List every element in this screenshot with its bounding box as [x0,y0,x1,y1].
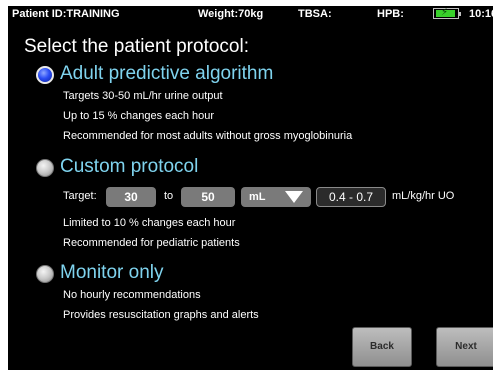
option-custom-line-1: Limited to 10 % changes each hour [63,217,236,229]
unit-dropdown[interactable]: mL [241,187,311,207]
radio-adult-predictive[interactable] [36,66,54,84]
hpb: HPB: [377,8,404,20]
chevron-down-icon [285,191,303,203]
target-min-field[interactable]: 30 [106,187,156,207]
option-custom-line-2: Recommended for pediatric patients [63,237,240,249]
clock: 10:16 [469,8,493,20]
option-monitor-line-2: Provides resuscitation graphs and alerts [63,309,259,321]
unit-dropdown-value: mL [249,191,266,203]
option-adult-line-3: Recommended for most adults without gros… [63,130,353,142]
target-max-field[interactable]: 50 [181,187,235,207]
tbsa: TBSA: [298,8,332,20]
battery-icon: ⚡ [433,7,461,19]
option-custom-protocol-title[interactable]: Custom protocol [60,156,198,178]
option-adult-line-1: Targets 30-50 mL/hr urine output [63,90,223,102]
page-title: Select the patient protocol: [24,36,249,57]
radio-monitor-only[interactable] [36,265,54,283]
radio-custom-protocol[interactable] [36,159,54,177]
range-display: 0.4 - 0.7 [316,187,386,207]
patient-id: Patient ID:TRAINING [12,8,120,20]
option-monitor-line-1: No hourly recommendations [63,289,201,301]
next-button[interactable]: Next [436,327,493,367]
option-monitor-only-title[interactable]: Monitor only [60,262,164,284]
to-label: to [164,190,174,202]
option-adult-predictive-title[interactable]: Adult predictive algorithm [60,63,273,85]
status-bar: Patient ID:TRAINING Weight:70kg TBSA: HP… [8,6,493,22]
option-adult-line-2: Up to 15 % changes each hour [63,110,215,122]
range-unit: mL/kg/hr UO [392,190,455,202]
weight: Weight:70kg [198,8,264,20]
target-label: Target: [63,190,97,202]
back-button[interactable]: Back [352,327,412,367]
protocol-screen: Patient ID:TRAINING Weight:70kg TBSA: HP… [8,6,493,370]
